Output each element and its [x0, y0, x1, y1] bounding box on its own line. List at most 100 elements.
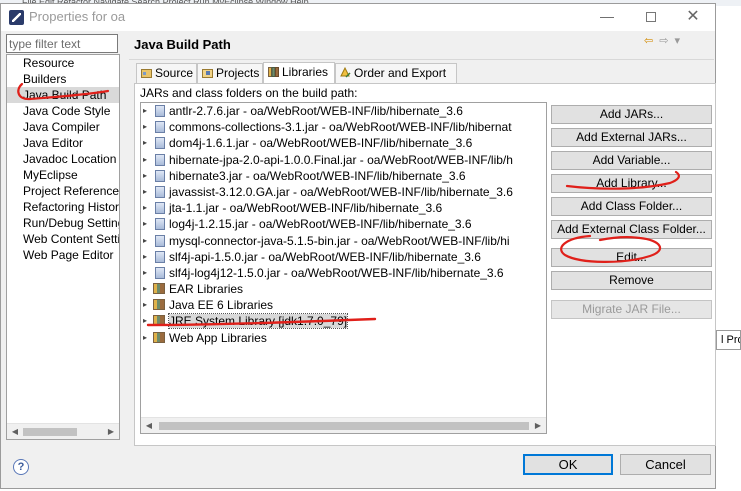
sidebar-item[interactable]: Run/Debug Settings: [7, 215, 119, 231]
library-container-entry[interactable]: ▸ EAR Libraries: [141, 281, 546, 297]
migrate-jar-file-button: Migrate JAR File...: [551, 300, 712, 319]
sidebar-item[interactable]: Javadoc Location: [7, 151, 119, 167]
add-variable-button[interactable]: Add Variable...: [551, 151, 712, 170]
library-container-icon: [153, 315, 165, 327]
projects-icon: [202, 69, 213, 78]
sidebar-item[interactable]: Project References: [7, 183, 119, 199]
scrollbar-thumb[interactable]: [159, 422, 529, 430]
jar-entry-label: antlr-2.7.6.jar - oa/WebRoot/WEB-INF/lib…: [169, 104, 463, 118]
jar-entry-label: hibernate3.jar - oa/WebRoot/WEB-INF/lib/…: [169, 168, 466, 183]
build-path-list-label: JARs and class folders on the build path…: [140, 86, 358, 100]
library-container-entry[interactable]: ▸ Web App Libraries: [141, 330, 546, 346]
expand-chevron-icon[interactable]: ▸: [143, 184, 153, 200]
jar-entry[interactable]: ▸ hibernate3.jar - oa/WebRoot/WEB-INF/lib…: [141, 168, 546, 184]
sidebar-item[interactable]: Java Build Path: [7, 87, 119, 103]
scroll-right-icon[interactable]: ▶: [532, 420, 544, 432]
jar-entry[interactable]: ▸ jta-1.1.jar - oa/WebRoot/WEB-INF/lib/hi…: [141, 200, 546, 216]
add-library-button[interactable]: Add Library...: [551, 174, 712, 193]
expand-chevron-icon[interactable]: ▸: [143, 297, 153, 313]
build-path-library-tree[interactable]: ▸ antlr-2.7.6.jar - oa/WebRoot/WEB-INF/li…: [140, 102, 547, 434]
add-jars-button[interactable]: Add JARs...: [551, 105, 712, 124]
jar-entry[interactable]: ▸ log4j-1.2.15.jar - oa/WebRoot/WEB-INF/l…: [141, 216, 546, 232]
sidebar-item[interactable]: Builders: [7, 71, 119, 87]
maximize-button[interactable]: [631, 4, 671, 31]
property-page-tree[interactable]: Resource Builders Java Build Path Java Code…: [6, 54, 120, 440]
library-container-label: Java EE 6 Libraries: [169, 298, 274, 313]
jar-entry-label: javassist-3.12.0.GA.jar - oa/WebRoot/WEB…: [169, 184, 513, 199]
properties-dialog: Properties for oa — ✕ ResourceBuildersJa…: [0, 3, 716, 489]
back-arrow-icon[interactable]: ⇦: [644, 35, 653, 47]
jar-entry-label: slf4j-log4j12-1.5.0.jar - oa/WebRoot/WEB…: [169, 265, 504, 280]
add-class-folder-button[interactable]: Add Class Folder...: [551, 197, 712, 216]
page-history-nav: ⇦ ⇨ ▾: [644, 34, 686, 47]
scroll-right-icon[interactable]: ▶: [105, 426, 117, 438]
sidebar-item[interactable]: Java Code Style: [7, 103, 119, 119]
tab-source[interactable]: Source: [136, 63, 197, 83]
expand-chevron-icon[interactable]: ▸: [143, 152, 153, 168]
jar-entry[interactable]: ▸ commons-collections-3.1.jar - oa/WebRoo…: [141, 119, 546, 135]
library-list: ▸ antlr-2.7.6.jar - oa/WebRoot/WEB-INF/li…: [141, 103, 546, 346]
expand-chevron-icon[interactable]: ▸: [143, 249, 153, 265]
scrollbar-thumb[interactable]: [23, 428, 77, 436]
myeclipse-app-icon: [9, 10, 24, 25]
close-button[interactable]: ✕: [673, 4, 713, 31]
expand-chevron-icon[interactable]: ▸: [143, 265, 153, 281]
tab-libraries[interactable]: Libraries: [263, 62, 335, 83]
sidebar-item[interactable]: Java Compiler: [7, 119, 119, 135]
ok-button[interactable]: OK: [523, 454, 613, 475]
expand-chevron-icon[interactable]: ▸: [143, 330, 153, 346]
forward-arrow-icon[interactable]: ⇨: [659, 35, 668, 47]
expand-chevron-icon[interactable]: ▸: [143, 200, 153, 216]
sidebar-item[interactable]: Web Content Settings: [7, 231, 119, 247]
library-container-entry[interactable]: ▸ JRE System Library [jdk1.7.0_79]: [141, 313, 546, 330]
scroll-left-icon[interactable]: ◀: [9, 426, 21, 438]
edit-button[interactable]: Edit...: [551, 248, 712, 267]
expand-chevron-icon[interactable]: ▸: [143, 313, 153, 329]
library-container-icon: [153, 331, 165, 343]
add-external-jars-button[interactable]: Add External JARs...: [551, 128, 712, 147]
tab-projects[interactable]: Projects: [197, 63, 263, 83]
help-icon[interactable]: ?: [13, 459, 29, 475]
sidebar-item[interactable]: Java Editor: [7, 135, 119, 151]
scroll-left-icon[interactable]: ◀: [143, 420, 155, 432]
jar-entry[interactable]: ▸ antlr-2.7.6.jar - oa/WebRoot/WEB-INF/li…: [141, 103, 546, 119]
filter-input[interactable]: [6, 34, 118, 53]
jar-entry[interactable]: ▸ slf4j-api-1.5.0.jar - oa/WebRoot/WEB-IN…: [141, 249, 546, 265]
title-bar[interactable]: Properties for oa — ✕: [1, 4, 715, 31]
jar-file-icon: [155, 121, 165, 134]
library-horizontal-scrollbar[interactable]: ◀ ▶: [141, 417, 546, 433]
expand-chevron-icon[interactable]: ▸: [143, 216, 153, 232]
tree-horizontal-scrollbar[interactable]: ◀ ▶: [7, 423, 119, 439]
expand-chevron-icon[interactable]: ▸: [143, 119, 153, 135]
jar-entry[interactable]: ▸ javassist-3.12.0.GA.jar - oa/WebRoot/WE…: [141, 184, 546, 200]
tab-label: Order and Export: [354, 66, 447, 80]
sidebar-item[interactable]: Refactoring History: [7, 199, 119, 215]
cancel-button[interactable]: Cancel: [620, 454, 711, 475]
sidebar-item[interactable]: MyEclipse: [7, 167, 119, 183]
jar-entry[interactable]: ▸ hibernate-jpa-2.0-api-1.0.0.Final.jar -…: [141, 152, 546, 168]
library-container-entry[interactable]: ▸ Java EE 6 Libraries: [141, 297, 546, 313]
dialog-button-bar: ? OK Cancel: [1, 446, 715, 488]
expand-chevron-icon[interactable]: ▸: [143, 103, 153, 119]
sidebar-item[interactable]: Resource: [7, 55, 119, 71]
jar-file-icon: [155, 234, 165, 247]
jar-entry-label: hibernate-jpa-2.0-api-1.0.0.Final.jar - …: [169, 152, 513, 167]
remove-button[interactable]: Remove: [551, 271, 712, 290]
expand-chevron-icon[interactable]: ▸: [143, 135, 153, 151]
library-container-label: EAR Libraries: [169, 282, 244, 297]
sidebar-item[interactable]: Web Page Editor: [7, 247, 119, 263]
add-external-class-folder-button[interactable]: Add External Class Folder...: [551, 220, 712, 239]
jar-entry[interactable]: ▸ dom4j-1.6.1.jar - oa/WebRoot/WEB-INF/li…: [141, 135, 546, 151]
header-divider: [129, 59, 714, 60]
jar-entry[interactable]: ▸ slf4j-log4j12-1.5.0.jar - oa/WebRoot/WE…: [141, 265, 546, 281]
tab-label: Libraries: [282, 65, 329, 79]
jar-entry[interactable]: ▸ mysql-connector-java-5.1.5-bin.jar - oa…: [141, 233, 546, 249]
expand-chevron-icon[interactable]: ▸: [143, 168, 153, 184]
tab-order-and-export[interactable]: Order and Export: [335, 63, 457, 83]
expand-chevron-icon[interactable]: ▸: [143, 233, 153, 249]
order-export-icon: [340, 67, 351, 78]
expand-chevron-icon[interactable]: ▸: [143, 281, 153, 297]
history-menu-icon[interactable]: ▾: [674, 35, 680, 47]
jar-file-icon: [155, 202, 165, 215]
minimize-button[interactable]: —: [587, 4, 627, 31]
